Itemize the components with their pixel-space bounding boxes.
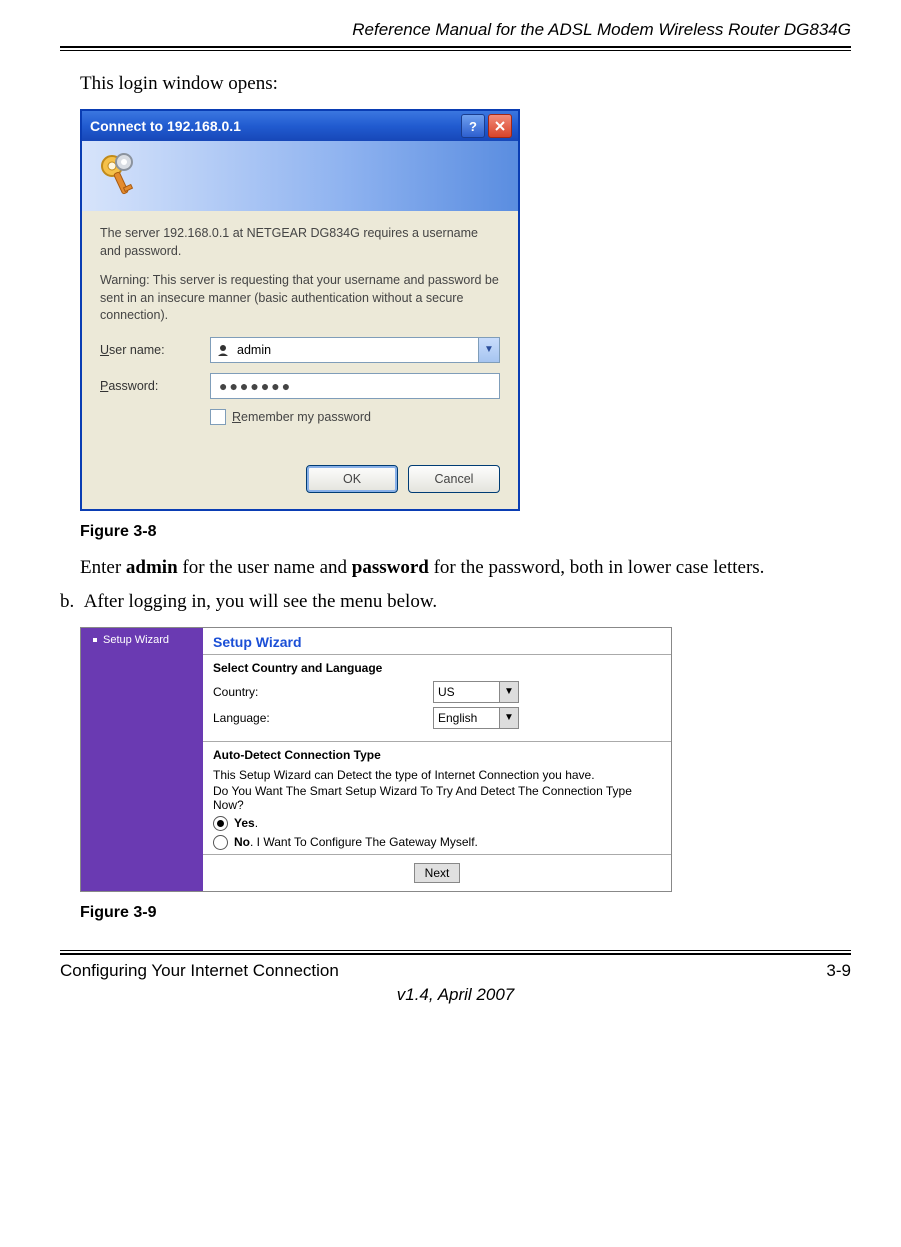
country-label: Country: [213, 685, 433, 699]
radio-no-label: No. I Want To Configure The Gateway Myse… [234, 835, 478, 849]
close-button[interactable] [488, 114, 512, 138]
footer-rule-thick [60, 953, 851, 955]
language-label: Language: [213, 711, 433, 725]
user-icon [215, 342, 231, 358]
dialog-banner [82, 141, 518, 211]
footer-version: v1.4, April 2007 [60, 985, 851, 1005]
step-b: b. After logging in, you will see the me… [60, 591, 851, 613]
radio-no[interactable] [213, 835, 228, 850]
username-combobox[interactable]: admin ▼ [210, 337, 500, 363]
figure-8-caption: Figure 3-8 [80, 523, 851, 541]
wizard-desc-2: Do You Want The Smart Setup Wizard To Tr… [213, 784, 661, 812]
dialog-message-2: Warning: This server is requesting that … [100, 272, 500, 325]
bullet-icon [93, 638, 97, 642]
page-number: 3-9 [826, 961, 851, 981]
dialog-titlebar: Connect to 192.168.0.1 ? [82, 111, 518, 141]
intro-text: This login window opens: [80, 73, 851, 95]
keys-icon [94, 150, 146, 202]
username-value: admin [237, 343, 478, 357]
chevron-down-icon: ▼ [499, 708, 518, 728]
section-country-heading: Select Country and Language [213, 661, 661, 675]
figure-9-caption: Figure 3-9 [80, 904, 851, 922]
close-icon [494, 120, 506, 132]
country-value: US [438, 685, 455, 699]
help-button[interactable]: ? [461, 114, 485, 138]
radio-no-row[interactable]: No. I Want To Configure The Gateway Myse… [213, 835, 661, 850]
login-dialog: Connect to 192.168.0.1 ? [80, 109, 520, 511]
dialog-message-1: The server 192.168.0.1 at NETGEAR DG834G… [100, 225, 500, 260]
header-rule-thin [60, 50, 851, 51]
password-label: Password: [100, 379, 210, 393]
setup-wizard-screenshot: Setup Wizard Setup Wizard Select Country… [80, 627, 672, 892]
header-title: Reference Manual for the ADSL Modem Wire… [60, 20, 851, 40]
language-value: English [438, 711, 477, 725]
remember-label: Remember my password [232, 410, 371, 424]
next-button[interactable]: Next [414, 863, 461, 883]
dialog-title: Connect to 192.168.0.1 [90, 118, 458, 134]
footer-rule-thin [60, 950, 851, 951]
remember-checkbox[interactable] [210, 409, 226, 425]
chevron-down-icon: ▼ [499, 682, 518, 702]
cancel-button[interactable]: Cancel [408, 465, 500, 493]
language-select[interactable]: English ▼ [433, 707, 519, 729]
country-select[interactable]: US ▼ [433, 681, 519, 703]
ok-button[interactable]: OK [306, 465, 398, 493]
header-rule [60, 46, 851, 48]
radio-yes-row[interactable]: Yes. [213, 816, 661, 831]
radio-yes[interactable] [213, 816, 228, 831]
sidebar-item-setup-wizard[interactable]: Setup Wizard [103, 634, 169, 646]
credentials-instruction: Enter admin for the user name and passwo… [80, 557, 851, 579]
username-label: User name: [100, 343, 210, 357]
wizard-title: Setup Wizard [203, 628, 671, 655]
section-autodetect-heading: Auto-Detect Connection Type [213, 748, 661, 762]
wizard-desc-1: This Setup Wizard can Detect the type of… [213, 768, 661, 782]
password-field[interactable]: ●●●●●●● [210, 373, 500, 399]
footer-left: Configuring Your Internet Connection [60, 961, 339, 981]
radio-yes-label: Yes. [234, 816, 258, 830]
wizard-sidebar: Setup Wizard [81, 628, 203, 891]
password-value: ●●●●●●● [219, 378, 292, 394]
chevron-down-icon[interactable]: ▼ [478, 338, 499, 362]
